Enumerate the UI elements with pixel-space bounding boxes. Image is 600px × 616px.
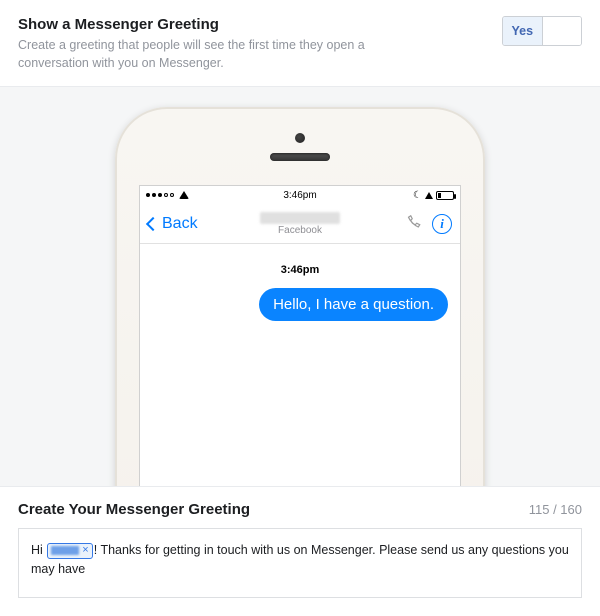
user-message-bubble: Hello, I have a question. (259, 288, 448, 321)
back-label: Back (162, 215, 198, 233)
signal-dot-icon (152, 193, 156, 197)
phone-frame: 3:46pm ☾ Back Facebook (115, 107, 485, 486)
statusbar-time: 3:46pm (283, 190, 316, 201)
preview-panel: 3:46pm ☾ Back Facebook (0, 86, 600, 486)
chat-title-redacted (260, 212, 340, 224)
chat-timestamp: 3:46pm (152, 264, 448, 276)
phone-screen: 3:46pm ☾ Back Facebook (139, 185, 461, 486)
phone-camera-icon (295, 133, 305, 143)
location-icon (425, 192, 433, 199)
call-icon[interactable] (404, 215, 422, 233)
chat-navbar: Back Facebook i (140, 204, 460, 244)
phone-speaker-icon (270, 153, 330, 161)
section-title: Show a Messenger Greeting (18, 16, 486, 33)
chat-area: 3:46pm Hello, I have a question. (140, 244, 460, 300)
toggle-yes[interactable]: Yes (503, 17, 543, 45)
signal-dot-icon (158, 193, 162, 197)
token-redacted-icon (51, 546, 79, 555)
dnd-moon-icon: ☾ (413, 190, 422, 201)
greeting-input[interactable]: Hi ×! Thanks for getting in touch with u… (18, 528, 582, 598)
toggle-no[interactable] (543, 17, 582, 45)
greeting-toggle[interactable]: Yes (502, 16, 582, 46)
signal-dot-icon (146, 193, 150, 197)
status-bar: 3:46pm ☾ (140, 186, 460, 204)
editor-title: Create Your Messenger Greeting (18, 501, 529, 518)
info-icon[interactable]: i (432, 214, 452, 234)
greeting-text-before: Hi (31, 543, 46, 557)
chat-subtitle: Facebook (278, 225, 322, 236)
signal-dot-icon (164, 193, 168, 197)
signal-dot-icon (170, 193, 174, 197)
battery-icon (436, 191, 454, 200)
wifi-icon (179, 191, 189, 199)
token-remove-icon[interactable]: × (82, 545, 88, 556)
back-button[interactable]: Back (148, 215, 198, 233)
greeting-text-after: ! Thanks for getting in touch with us on… (31, 543, 569, 576)
chevron-left-icon (146, 216, 160, 230)
char-counter: 115 / 160 (529, 502, 582, 517)
name-token[interactable]: × (47, 543, 92, 559)
section-description: Create a greeting that people will see t… (18, 37, 418, 72)
